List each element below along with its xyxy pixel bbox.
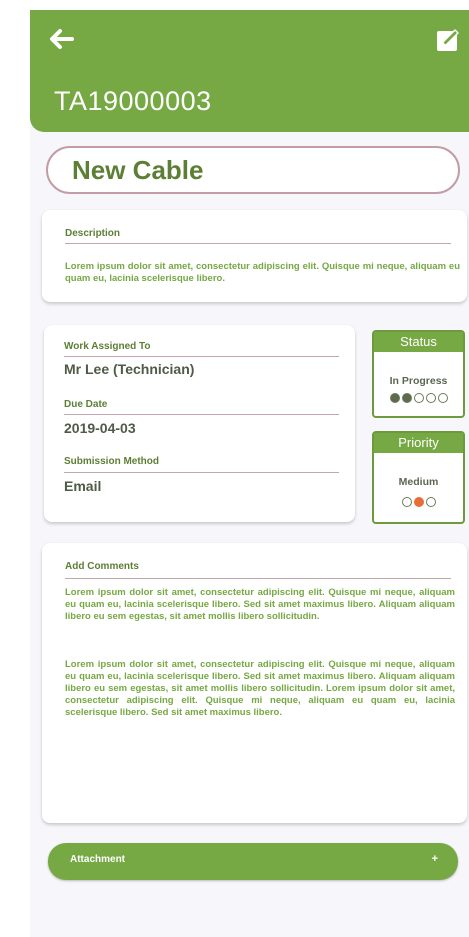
status-header: Status	[374, 332, 463, 352]
status-dot	[437, 393, 448, 403]
due-date-divider	[64, 414, 339, 415]
status-dot	[389, 393, 400, 403]
description-text: Lorem ipsum dolor sit amet, consectetur …	[65, 261, 460, 284]
description-label: Description	[65, 228, 121, 239]
priority-dot	[401, 497, 412, 507]
status-value: In Progress	[389, 375, 448, 387]
description-divider	[65, 243, 451, 244]
task-title-text: New Cable	[72, 155, 204, 185]
assigned-value: Mr Lee (Technician)	[64, 361, 195, 377]
priority-dot	[413, 497, 424, 507]
comments-label: Add Comments	[65, 561, 139, 572]
submission-method-value: Email	[64, 478, 102, 494]
status-dot	[413, 393, 424, 403]
assigned-label: Work Assigned To	[64, 341, 151, 352]
task-detail-screen: TA19000003 New Cable Description Lorem i…	[30, 10, 469, 937]
description-card: Description Lorem ipsum dolor sit amet, …	[42, 210, 467, 302]
submission-method-label: Submission Method	[64, 456, 159, 467]
status-progress-dots	[374, 393, 463, 403]
status-dot	[401, 393, 412, 403]
add-icon: +	[431, 853, 438, 865]
submission-method-divider	[64, 472, 339, 473]
comments-divider	[65, 578, 451, 579]
priority-dot	[425, 497, 436, 507]
edit-icon[interactable]	[429, 24, 465, 58]
back-arrow-icon[interactable]	[48, 24, 88, 58]
attachment-button[interactable]: Attachment +	[48, 843, 458, 880]
details-card: Work Assigned To Mr Lee (Technician) Due…	[44, 325, 355, 522]
header-bar: TA19000003	[30, 10, 469, 132]
ticket-id: TA19000003	[54, 86, 212, 116]
priority-value: Medium	[398, 476, 439, 488]
task-title[interactable]: New Cable	[46, 146, 460, 194]
status-box: Status In Progress	[372, 330, 465, 418]
comments-paragraph-1[interactable]: Lorem ipsum dolor sit amet, consectetur …	[65, 587, 455, 623]
comments-paragraph-2[interactable]: Lorem ipsum dolor sit amet, consectetur …	[65, 659, 455, 719]
comments-card: Add Comments Lorem ipsum dolor sit amet,…	[42, 543, 467, 823]
status-dot	[425, 393, 436, 403]
attachment-label: Attachment	[70, 854, 126, 865]
priority-header: Priority	[374, 433, 463, 453]
priority-level-dots	[374, 497, 463, 507]
due-date-label: Due Date	[64, 399, 108, 410]
priority-box: Priority Medium	[372, 431, 465, 524]
due-date-value: 2019-04-03	[64, 420, 136, 436]
assigned-divider	[64, 356, 339, 357]
